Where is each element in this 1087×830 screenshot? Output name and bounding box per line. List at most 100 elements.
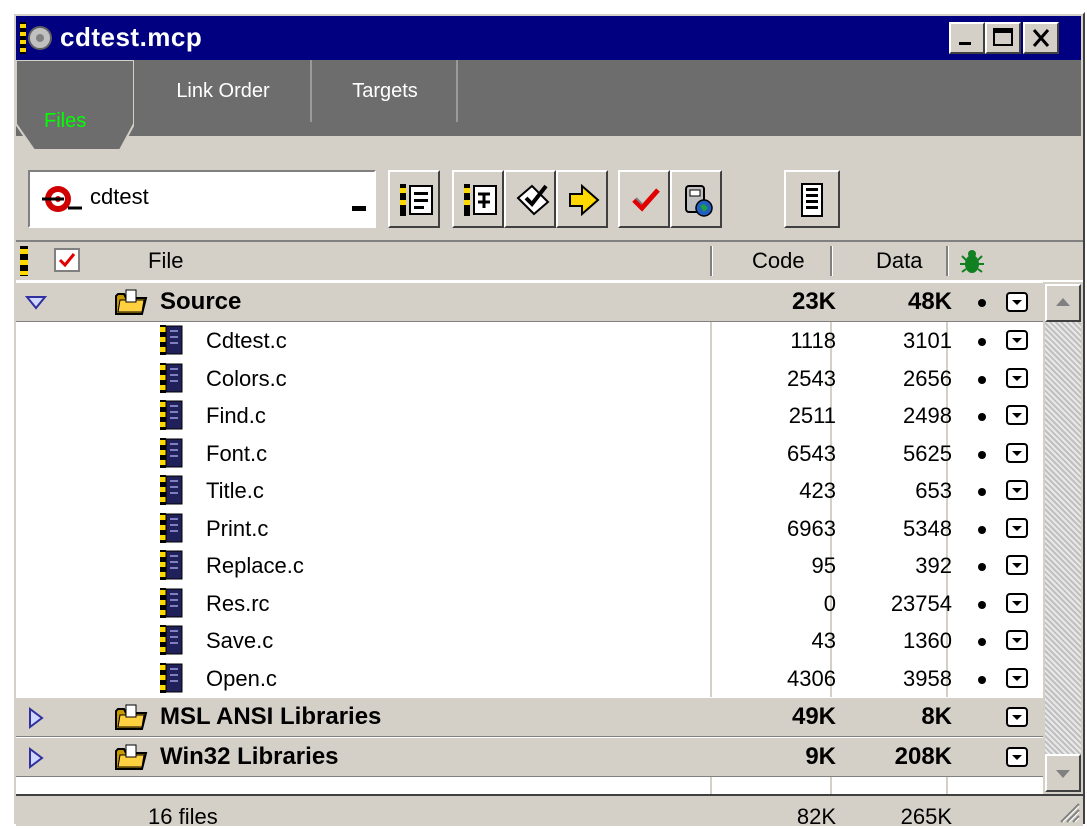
options-dropdown-icon[interactable] — [1006, 405, 1028, 425]
file-row[interactable]: Open.c 4306 3958 — [16, 660, 1043, 698]
group-row[interactable]: Source 23K 48K — [16, 282, 1043, 322]
close-icon — [1032, 29, 1050, 47]
tab-link-order-label: Link Order — [176, 80, 270, 102]
file-code-size: 423 — [799, 478, 836, 503]
file-data-size: 2498 — [903, 403, 952, 428]
options-dropdown-icon[interactable] — [1006, 747, 1028, 767]
group-name: Win32 Libraries — [160, 743, 339, 770]
window-title: cdtest.mcp — [60, 22, 203, 52]
debug-marker[interactable] — [978, 450, 986, 459]
file-row[interactable]: Colors.c 2543 2656 — [16, 360, 1043, 398]
header-code[interactable]: Code — [752, 248, 805, 274]
sync-button[interactable] — [452, 170, 504, 228]
options-dropdown-icon[interactable] — [1006, 592, 1028, 613]
source-file-icon — [160, 437, 183, 468]
tab-targets-label: Targets — [352, 80, 418, 102]
close-button[interactable] — [1023, 22, 1059, 54]
debug-marker[interactable] — [978, 563, 986, 571]
file-data-size: 23754 — [890, 590, 952, 616]
file-code-size: 95 — [811, 553, 836, 578]
options-dropdown-icon[interactable] — [1006, 442, 1028, 463]
tab-targets[interactable]: Targets — [314, 60, 458, 122]
disclosure-expanded-icon[interactable] — [24, 291, 48, 315]
compile-button[interactable] — [556, 170, 608, 228]
file-code-size: 6543 — [787, 440, 836, 466]
options-dropdown-icon[interactable] — [1006, 555, 1028, 575]
check-button[interactable] — [504, 170, 556, 228]
debug-marker[interactable] — [978, 338, 986, 346]
build-check-column[interactable] — [54, 248, 80, 272]
tab-files[interactable]: Files — [16, 60, 134, 156]
project-icon — [20, 22, 52, 54]
settings-button[interactable] — [388, 170, 440, 228]
file-data-size: 3958 — [903, 665, 952, 691]
debug-marker[interactable] — [978, 375, 986, 384]
header-divider — [946, 246, 949, 276]
debug-button[interactable] — [670, 170, 722, 228]
options-dropdown-icon[interactable] — [1006, 707, 1028, 727]
source-file-icon — [160, 362, 183, 393]
options-dropdown-icon[interactable] — [1006, 667, 1028, 688]
vertical-scrollbar[interactable] — [1043, 282, 1083, 794]
file-data-size: 5625 — [903, 440, 952, 466]
group-row[interactable]: MSL ANSI Libraries 49K 8K — [16, 697, 1043, 737]
debug-marker[interactable] — [978, 488, 986, 496]
debug-marker[interactable] — [978, 600, 986, 609]
debug-bug-icon[interactable] — [956, 248, 986, 276]
group-data-size: 8K — [921, 703, 952, 730]
file-row[interactable]: Find.c 2511 2498 — [16, 397, 1043, 435]
minimize-icon — [959, 42, 971, 45]
group-data-size: 208K — [894, 743, 952, 770]
source-file-icon — [160, 625, 183, 655]
project-info-button[interactable] — [784, 170, 840, 228]
resize-grip-icon[interactable] — [1055, 798, 1081, 824]
title-bar[interactable]: cdtest.mcp — [16, 16, 1081, 60]
file-row[interactable]: Font.c 6543 5625 — [16, 435, 1043, 473]
header-file[interactable]: File — [148, 248, 183, 274]
debug-marker[interactable] — [978, 638, 986, 646]
header-divider — [710, 246, 713, 276]
scroll-track[interactable] — [1045, 322, 1081, 754]
file-name: Replace.c — [206, 553, 304, 578]
source-file-icon — [160, 475, 183, 505]
maximize-button[interactable] — [985, 22, 1021, 54]
options-dropdown-icon[interactable] — [1006, 292, 1028, 312]
tab-files-label: Files — [44, 110, 87, 132]
group-name: MSL ANSI Libraries — [160, 703, 382, 730]
group-row[interactable]: Win32 Libraries 9K 208K — [16, 737, 1043, 777]
debug-marker[interactable] — [978, 675, 986, 684]
file-row[interactable]: Replace.c 95 392 — [16, 547, 1043, 585]
options-dropdown-icon[interactable] — [1006, 630, 1028, 650]
file-code-size: 0 — [823, 590, 836, 616]
target-dropdown[interactable]: cdtest — [28, 170, 376, 228]
source-file-icon — [160, 550, 183, 580]
options-dropdown-icon[interactable] — [1006, 367, 1028, 388]
file-row[interactable]: Save.c 43 1360 — [16, 622, 1043, 660]
column-header: File Code Data — [16, 240, 1083, 282]
options-dropdown-icon[interactable] — [1006, 517, 1028, 538]
file-name: Colors.c — [206, 365, 287, 391]
header-data[interactable]: Data — [876, 248, 922, 274]
debug-marker[interactable] — [978, 413, 986, 421]
file-row[interactable]: Print.c 6963 5348 — [16, 510, 1043, 548]
make-button[interactable] — [618, 170, 670, 228]
minimize-button[interactable] — [949, 22, 985, 54]
disclosure-collapsed-icon[interactable] — [24, 746, 48, 770]
toolbar: cdtest — [14, 164, 1083, 234]
touch-column-icon[interactable] — [20, 246, 30, 276]
debug-marker[interactable] — [978, 525, 986, 534]
sync-icon — [464, 184, 497, 216]
options-dropdown-icon[interactable] — [1006, 330, 1028, 350]
file-data-size: 653 — [915, 478, 952, 503]
source-file-icon — [160, 587, 183, 618]
file-row[interactable]: Res.rc 0 23754 — [16, 585, 1043, 623]
scroll-down-button[interactable] — [1045, 754, 1081, 792]
tab-link-order[interactable]: Link Order — [136, 60, 312, 122]
file-row[interactable]: Title.c 423 653 — [16, 472, 1043, 510]
disclosure-collapsed-icon[interactable] — [24, 706, 48, 730]
scroll-up-button[interactable] — [1045, 284, 1081, 322]
project-info-icon — [801, 183, 823, 217]
debug-marker[interactable] — [978, 299, 986, 307]
file-row[interactable]: Cdtest.c 1118 3101 — [16, 322, 1043, 360]
options-dropdown-icon[interactable] — [1006, 480, 1028, 500]
